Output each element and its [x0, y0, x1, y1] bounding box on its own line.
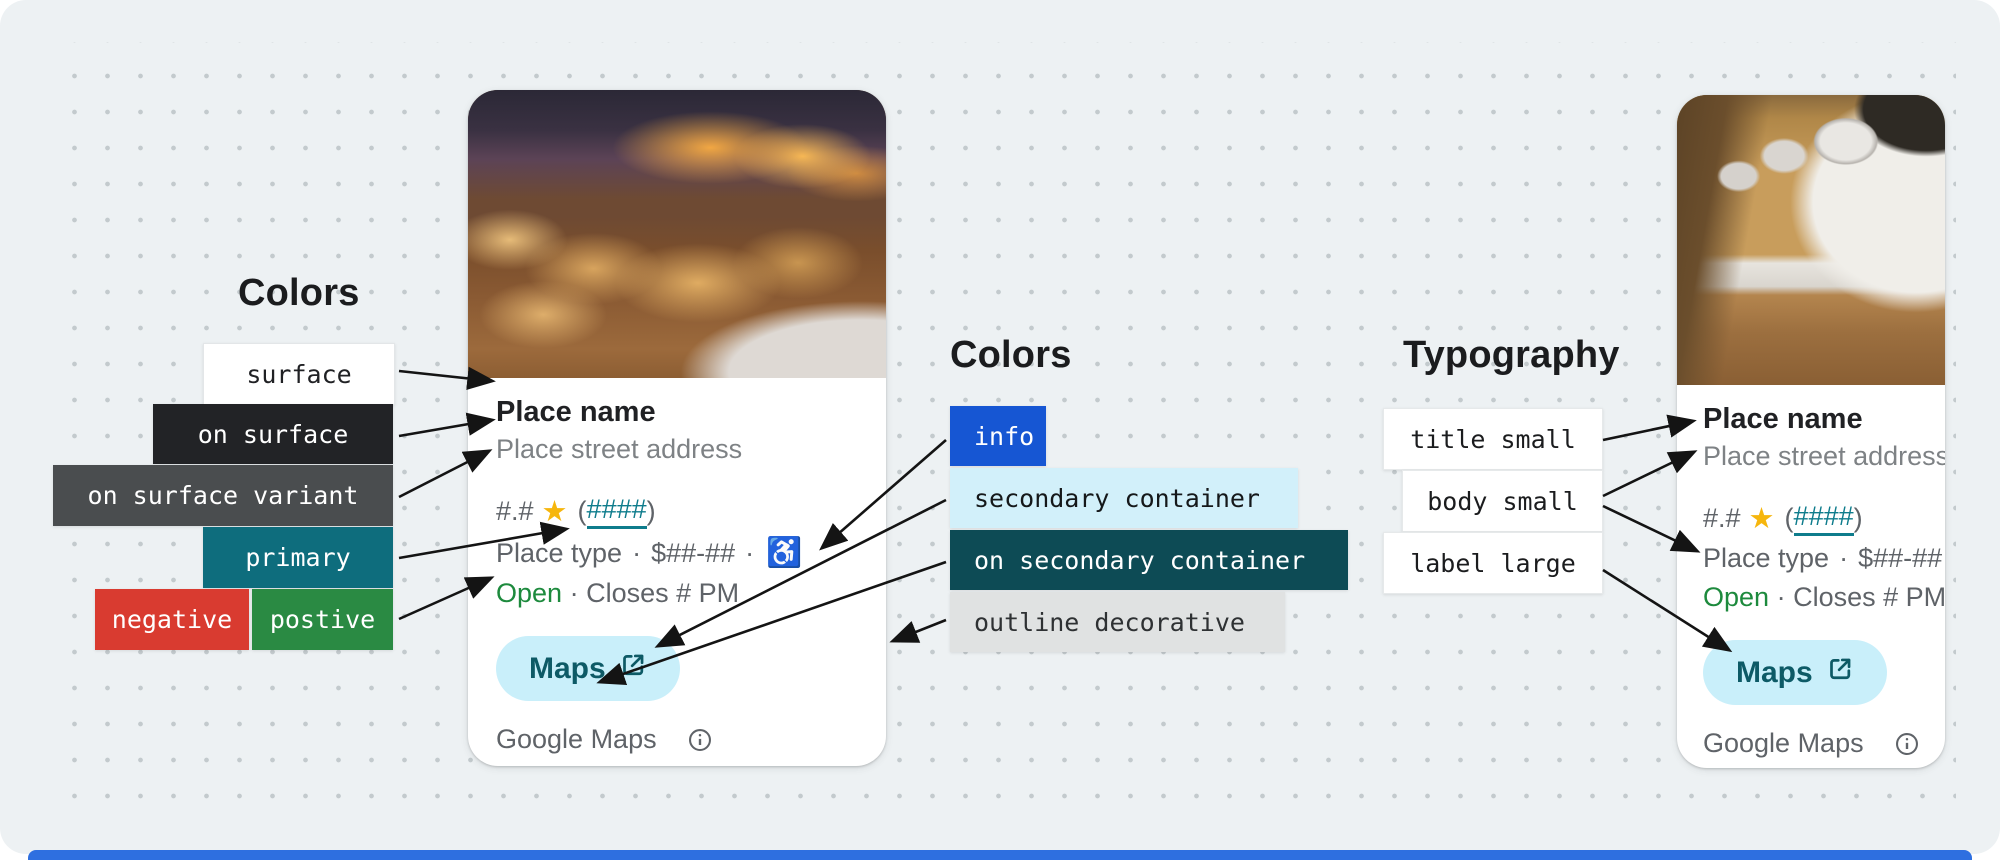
place-type-row: Place type · $##-##	[1703, 543, 1923, 574]
open-paren: (	[578, 496, 587, 527]
swatch-outline-decorative: outline decorative	[950, 592, 1285, 652]
place-card-cafe: Place name Place street address #.# ★ ( …	[1677, 95, 1945, 768]
swatch-primary-label: primary	[245, 543, 350, 572]
attribution-text: Google Maps	[1703, 728, 1864, 759]
star-icon: ★	[542, 494, 568, 529]
bakery-photo	[468, 90, 886, 378]
middot-separator: ·	[1777, 582, 1786, 612]
middot-separator: ·	[632, 538, 641, 569]
attribution-text: Google Maps	[496, 724, 657, 755]
typo-body-small-label: body small	[1427, 487, 1578, 516]
rating-value: #.#	[496, 496, 534, 527]
swatch-on-surface-label: on surface	[198, 420, 349, 449]
place-type: Place type	[496, 538, 622, 569]
swatch-info: info	[950, 406, 1046, 466]
swatch-on-secondary-container-label: on secondary container	[974, 546, 1305, 575]
swatch-info-label: info	[974, 422, 1034, 451]
swatch-primary: primary	[203, 527, 393, 588]
info-icon[interactable]	[1894, 731, 1920, 757]
swatch-on-secondary-container: on secondary container	[950, 530, 1348, 590]
left-colors-heading: Colors	[238, 272, 360, 315]
middot-separator: ·	[745, 538, 754, 569]
attribution-row: Google Maps	[1703, 728, 1923, 759]
design-spec-canvas: Colors surface on surface on surface var…	[0, 0, 2000, 860]
middle-colors-heading: Colors	[950, 334, 1072, 377]
rating-row: #.# ★ ( #### )	[1703, 501, 1923, 536]
open-status: Open	[496, 578, 562, 608]
typography-heading: Typography	[1403, 334, 1620, 377]
place-type: Place type	[1703, 543, 1829, 574]
info-icon[interactable]	[687, 727, 713, 753]
typo-title-small: title small	[1383, 408, 1603, 470]
typo-body-small: body small	[1402, 470, 1603, 532]
place-type-row: Place type · $##-## · ♿	[496, 536, 864, 570]
cafe-photo	[1677, 95, 1945, 385]
swatch-surface-label: surface	[246, 360, 351, 389]
star-icon: ★	[1749, 501, 1775, 536]
swatch-negative-label: negative	[112, 605, 232, 634]
place-name: Place name	[496, 396, 864, 429]
place-name: Place name	[1703, 403, 1923, 436]
place-card-bakery: Place name Place street address #.# ★ ( …	[468, 90, 886, 766]
close-paren: )	[647, 496, 656, 527]
swatch-on-surface-variant-label: on surface variant	[88, 481, 359, 510]
hours-row: Open · Closes # PM	[496, 578, 864, 609]
maps-button-label: Maps	[1736, 656, 1813, 690]
middot-separator: ·	[570, 578, 579, 608]
maps-button[interactable]: Maps	[496, 636, 680, 701]
swatch-surface: surface	[203, 343, 395, 405]
accessibility-icon: ♿	[766, 536, 802, 570]
middot-separator: ·	[1839, 543, 1848, 574]
swatch-negative: negative	[95, 589, 249, 650]
swatch-secondary-container: secondary container	[950, 468, 1298, 528]
review-count-link[interactable]: ####	[587, 494, 647, 529]
street-address: Place street address	[496, 434, 864, 465]
swatch-secondary-container-label: secondary container	[974, 484, 1260, 513]
swatch-positive-label: postive	[270, 605, 375, 634]
swatch-on-surface-variant: on surface variant	[53, 465, 393, 526]
open-paren: (	[1785, 503, 1794, 534]
external-link-icon	[1827, 655, 1854, 690]
attribution-row: Google Maps	[496, 724, 864, 755]
open-status: Open	[1703, 582, 1769, 612]
closes-text: Closes # PM	[1793, 582, 1945, 612]
swatch-outline-decorative-label: outline decorative	[974, 608, 1245, 637]
typo-title-small-label: title small	[1410, 425, 1576, 454]
bottom-accent-bar	[28, 850, 1972, 860]
maps-button[interactable]: Maps	[1703, 640, 1887, 705]
closes-text: Closes # PM	[586, 578, 739, 608]
street-address: Place street address	[1703, 441, 1923, 472]
price-range: $##-##	[651, 538, 735, 569]
hours-row: Open · Closes # PM	[1703, 582, 1923, 613]
external-link-icon	[620, 651, 647, 686]
rating-row: #.# ★ ( #### )	[496, 494, 864, 529]
typo-label-large: label large	[1383, 532, 1603, 594]
swatch-on-surface: on surface	[153, 404, 393, 464]
swatch-positive: postive	[252, 589, 393, 650]
review-count-link[interactable]: ####	[1794, 501, 1854, 536]
typo-label-large-label: label large	[1410, 549, 1576, 578]
maps-button-label: Maps	[529, 652, 606, 686]
close-paren: )	[1854, 503, 1863, 534]
price-range: $##-##	[1858, 543, 1942, 574]
rating-value: #.#	[1703, 503, 1741, 534]
